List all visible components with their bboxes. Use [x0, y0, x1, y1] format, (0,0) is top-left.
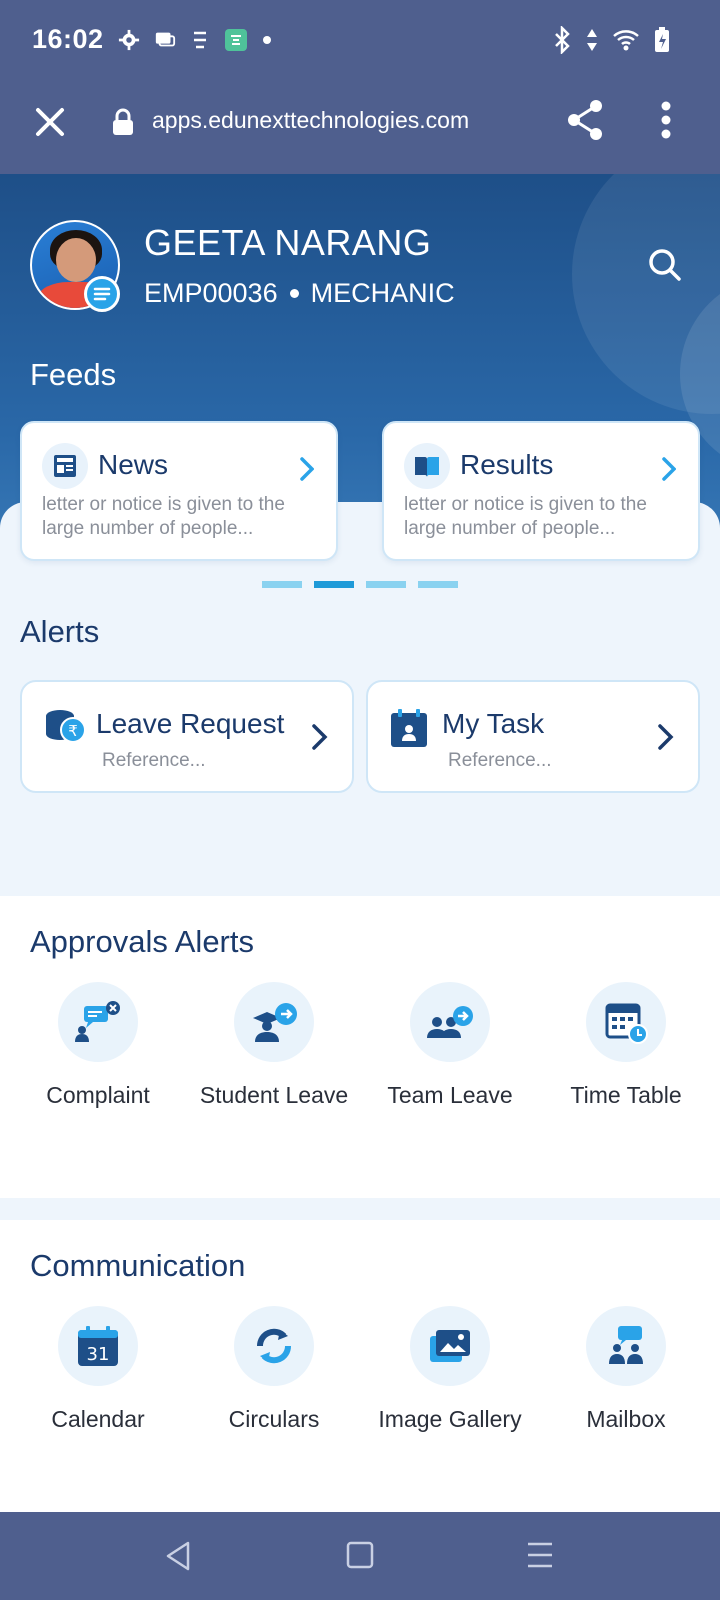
image-gallery-icon	[410, 1306, 490, 1386]
comm-mailbox[interactable]: Mailbox	[538, 1306, 714, 1439]
url-text[interactable]: apps.edunexttechnologies.com	[152, 107, 469, 134]
alert-card-subtitle: Reference...	[102, 750, 206, 771]
alert-card-title: My Task	[442, 708, 545, 739]
close-icon[interactable]	[30, 102, 70, 142]
approval-label: Complaint	[46, 1082, 150, 1108]
approval-label: Time Table	[570, 1082, 682, 1108]
status-time: 16:02	[32, 24, 104, 54]
feed-card-description: letter or notice is given to the large n…	[404, 494, 647, 539]
wifi-icon	[613, 30, 639, 51]
battery-icon	[655, 27, 669, 52]
comm-label: Circulars	[228, 1406, 320, 1432]
chevron-right-icon	[300, 457, 314, 481]
complaint-icon	[58, 982, 138, 1062]
home-nav-icon[interactable]	[346, 1540, 374, 1570]
approval-time-table[interactable]: Time Table	[538, 982, 714, 1115]
settings-gear-icon	[118, 29, 140, 51]
approvals-heading: Approvals Alerts	[30, 924, 254, 959]
calendar-icon: 31	[58, 1306, 138, 1386]
student-leave-icon	[234, 982, 314, 1062]
approval-team-leave[interactable]: Team Leave	[362, 982, 538, 1115]
pager-dot-active[interactable]	[314, 581, 354, 588]
data-arrows-icon	[587, 29, 597, 51]
feed-card-results[interactable]: Results letter or notice is given to the…	[382, 421, 700, 561]
search-icon[interactable]	[648, 248, 682, 282]
profile-name: GEETA NARANG	[144, 222, 432, 263]
approval-student-leave[interactable]: Student Leave	[186, 982, 362, 1115]
recents-nav-icon[interactable]	[526, 1540, 554, 1570]
chevron-right-icon	[312, 724, 328, 750]
chevron-right-icon	[662, 457, 676, 481]
profile-menu-icon[interactable]	[84, 276, 120, 312]
app-notification-icon	[225, 29, 247, 51]
employee-id: EMP00036	[144, 278, 278, 308]
results-book-icon	[404, 443, 450, 489]
pager-dot[interactable]	[418, 581, 458, 588]
feed-card-description: letter or notice is given to the large n…	[42, 494, 285, 539]
feed-card-title: Results	[460, 449, 554, 480]
chevron-right-icon	[658, 724, 674, 750]
approval-label: Student Leave	[199, 1082, 349, 1108]
share-icon[interactable]	[566, 98, 606, 142]
approvals-grid: Complaint Student Leave Team Leave Time …	[0, 982, 720, 1115]
more-notifications-dot-icon	[263, 36, 271, 44]
team-leave-icon	[410, 982, 490, 1062]
bluetooth-icon	[555, 26, 570, 54]
svg-text:₹: ₹	[68, 722, 78, 740]
approval-label: Team Leave	[387, 1082, 513, 1108]
communication-heading: Communication	[30, 1248, 246, 1283]
task-calendar-icon	[391, 709, 427, 747]
vpn-notification-icon	[194, 31, 206, 49]
status-bar: 16:02	[0, 0, 720, 80]
feeds-heading: Feeds	[30, 357, 117, 392]
feed-card-news[interactable]: News letter or notice is given to the la…	[20, 421, 338, 561]
comm-calendar[interactable]: 31 Calendar	[10, 1306, 186, 1439]
carousel-pager[interactable]	[262, 581, 458, 588]
back-nav-icon[interactable]	[164, 1540, 192, 1572]
system-navigation-bar	[0, 1512, 720, 1600]
pager-dot[interactable]	[262, 581, 302, 588]
circulars-icon	[234, 1306, 314, 1386]
employee-role: MECHANIC	[310, 278, 455, 308]
comm-label: Mailbox	[586, 1406, 666, 1432]
leave-coins-icon: ₹	[46, 710, 86, 743]
svg-text:31: 31	[87, 1344, 110, 1365]
comm-label: Image Gallery	[378, 1406, 522, 1432]
comm-label: Calendar	[51, 1406, 145, 1432]
mailbox-icon	[586, 1306, 666, 1386]
profile-details: EMP00036 MECHANIC	[144, 278, 455, 309]
alert-card-my-task[interactable]: My Task Reference...	[366, 680, 700, 793]
lock-icon	[113, 108, 133, 135]
comm-image-gallery[interactable]: Image Gallery	[362, 1306, 538, 1439]
browser-url-bar: apps.edunexttechnologies.com	[0, 80, 720, 174]
feed-card-title: News	[98, 449, 169, 480]
comm-circulars[interactable]: Circulars	[186, 1306, 362, 1439]
separator-dot	[289, 289, 299, 298]
timetable-icon	[586, 982, 666, 1062]
alert-card-leave-request[interactable]: ₹ Leave Request Reference...	[20, 680, 354, 793]
alert-card-subtitle: Reference...	[448, 750, 552, 771]
news-icon	[42, 443, 88, 489]
pager-dot[interactable]	[366, 581, 406, 588]
chat-notification-icon	[155, 32, 176, 47]
alert-card-title: Leave Request	[96, 708, 285, 739]
alerts-heading: Alerts	[20, 614, 100, 649]
approval-complaint[interactable]: Complaint	[10, 982, 186, 1115]
communication-grid: 31 Calendar Circulars Image Gallery Mail…	[0, 1306, 720, 1439]
more-vert-icon[interactable]	[660, 100, 672, 140]
